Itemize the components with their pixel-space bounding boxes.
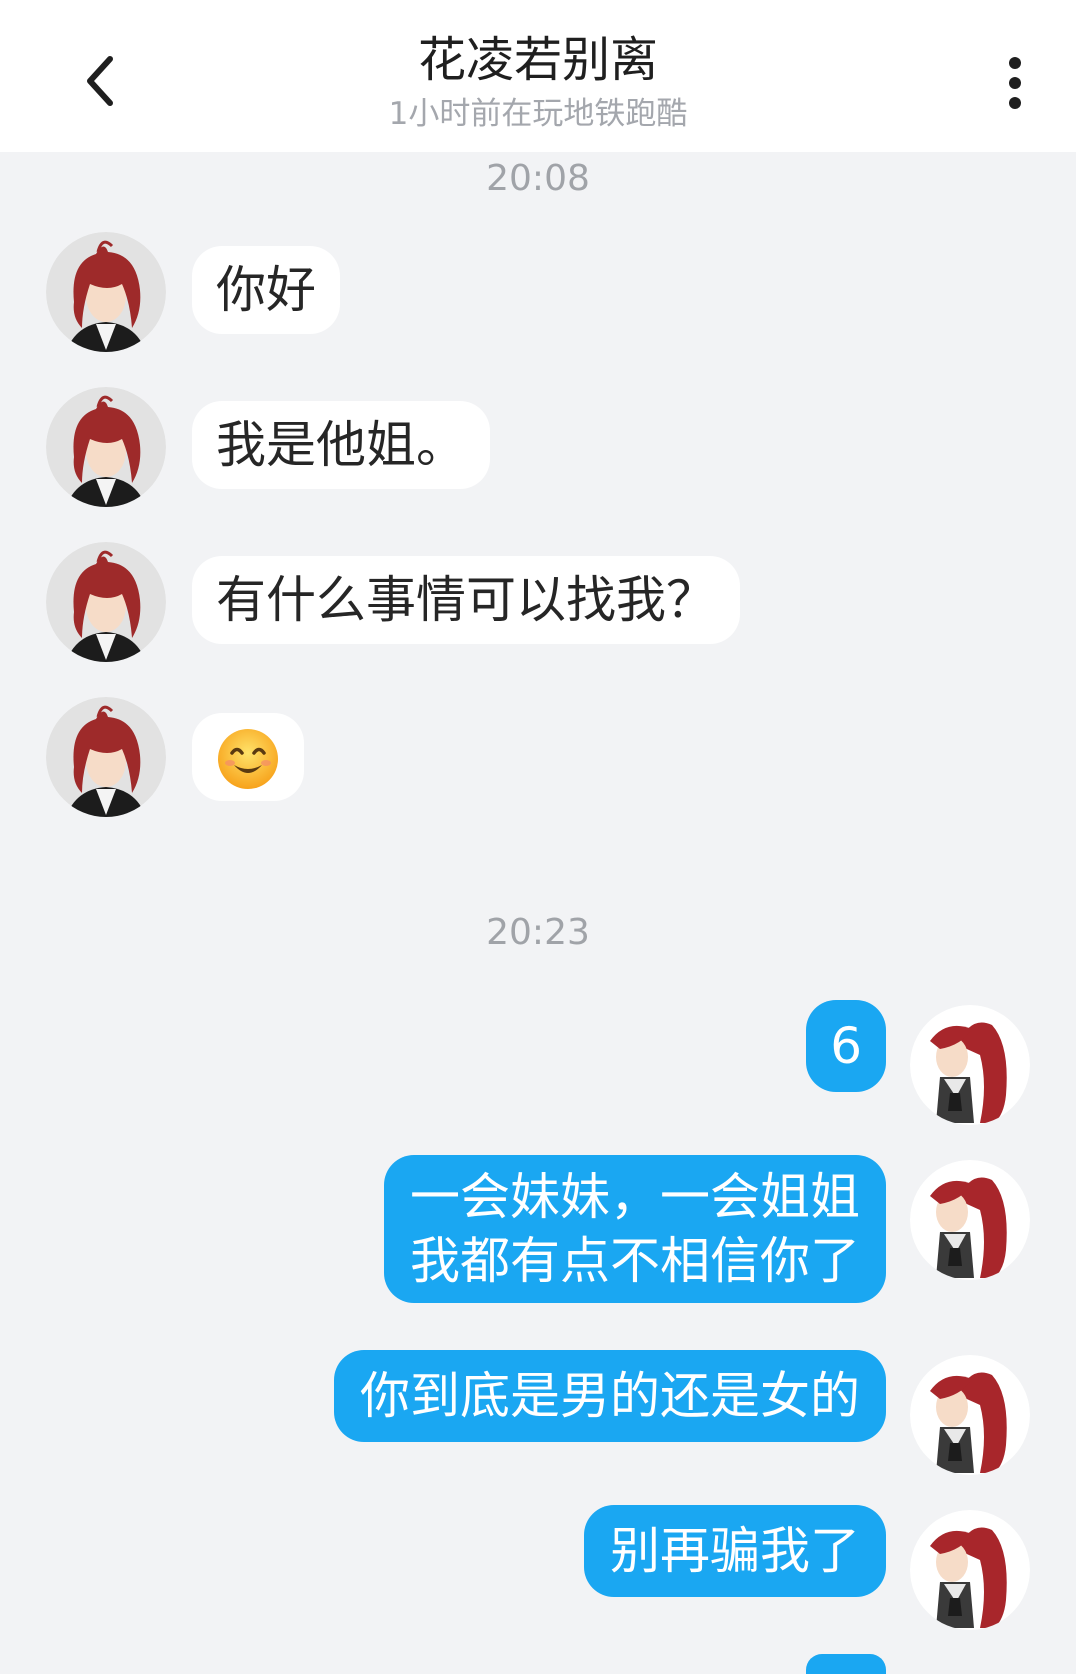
contact-avatar[interactable] [46,542,166,662]
outgoing-message-bubble[interactable]: 6 [806,1000,886,1092]
chat-header: 花凌若别离 1小时前在玩地铁跑酷 [0,0,1076,152]
outgoing-message-bubble[interactable]: 一会妹妹，一会姐姐 我都有点不相信你了 [384,1155,886,1303]
my-avatar[interactable] [910,1160,1030,1280]
my-avatar[interactable] [910,1355,1030,1475]
message-timestamp: 20:23 [486,912,590,953]
my-avatar[interactable] [910,1005,1030,1125]
contact-status: 1小时前在玩地铁跑酷 [388,96,688,132]
outgoing-message-bubble[interactable]: 别再骗我了 [584,1505,886,1597]
contact-avatar[interactable] [46,387,166,507]
message-line: 我都有点不相信你了 [410,1232,860,1290]
more-options-button[interactable] [985,48,1045,118]
contact-name[interactable]: 花凌若别离 [0,30,1076,90]
contact-avatar[interactable] [46,697,166,817]
incoming-message-bubble[interactable]: 我是他姐。 [192,401,490,489]
message-line: 一会妹妹，一会姐姐 [410,1168,860,1226]
contact-avatar[interactable] [46,232,166,352]
message-timestamp: 20:08 [486,158,590,199]
incoming-emoji-bubble[interactable] [192,713,304,801]
incoming-message-bubble[interactable]: 有什么事情可以找我？ [192,556,740,644]
my-avatar[interactable] [910,1510,1030,1630]
smiling-face-emoji-icon [218,729,278,789]
outgoing-message-bubble[interactable]: 你到底是男的还是女的 [334,1350,886,1442]
more-vertical-icon [1009,57,1021,109]
outgoing-message-bubble-partial[interactable] [806,1654,886,1674]
incoming-message-bubble[interactable]: 你好 [192,246,340,334]
